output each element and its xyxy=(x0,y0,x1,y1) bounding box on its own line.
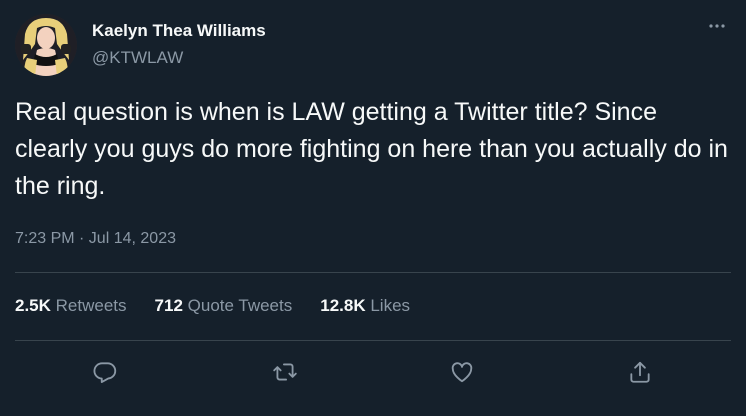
avatar-image xyxy=(15,14,77,76)
divider-bottom xyxy=(15,340,731,341)
tweet-actions xyxy=(15,350,731,394)
reply-icon xyxy=(93,362,117,383)
likes-count: 12.8K xyxy=(320,296,366,315)
share-icon xyxy=(630,361,650,383)
author-info: Kaelyn Thea Williams @KTWLAW xyxy=(92,20,266,69)
retweets-count: 2.5K xyxy=(15,296,51,315)
author-display-name[interactable]: Kaelyn Thea Williams xyxy=(92,20,266,42)
retweets-label: Retweets xyxy=(55,296,127,315)
tweet-text: Real question is when is LAW getting a T… xyxy=(15,98,728,200)
tweet-detail: Kaelyn Thea Williams @KTWLAW Real questi… xyxy=(0,0,746,416)
quote-tweets-label: Quote Tweets xyxy=(187,296,293,315)
retweet-icon xyxy=(273,363,297,381)
reply-button[interactable] xyxy=(83,350,127,394)
like-button[interactable] xyxy=(440,350,484,394)
retweets-stat[interactable]: 2.5K Retweets xyxy=(15,296,127,316)
share-button[interactable] xyxy=(618,350,662,394)
divider-top xyxy=(15,272,731,273)
engagement-stats: 2.5K Retweets 712 Quote Tweets 12.8K Lik… xyxy=(15,296,438,316)
avatar[interactable] xyxy=(15,14,77,76)
author-handle[interactable]: @KTWLAW xyxy=(92,47,266,69)
like-icon xyxy=(451,362,473,383)
more-options-icon[interactable] xyxy=(703,12,731,40)
quote-tweets-stat[interactable]: 712 Quote Tweets xyxy=(155,296,293,316)
quote-tweets-count: 712 xyxy=(154,296,183,315)
likes-stat[interactable]: 12.8K Likes xyxy=(320,296,410,316)
tweet-header: Kaelyn Thea Williams @KTWLAW xyxy=(15,12,731,76)
likes-label: Likes xyxy=(370,296,411,315)
tweet-timestamp[interactable]: 7:23 PM · Jul 14, 2023 xyxy=(15,230,176,248)
retweet-button[interactable] xyxy=(263,350,307,394)
